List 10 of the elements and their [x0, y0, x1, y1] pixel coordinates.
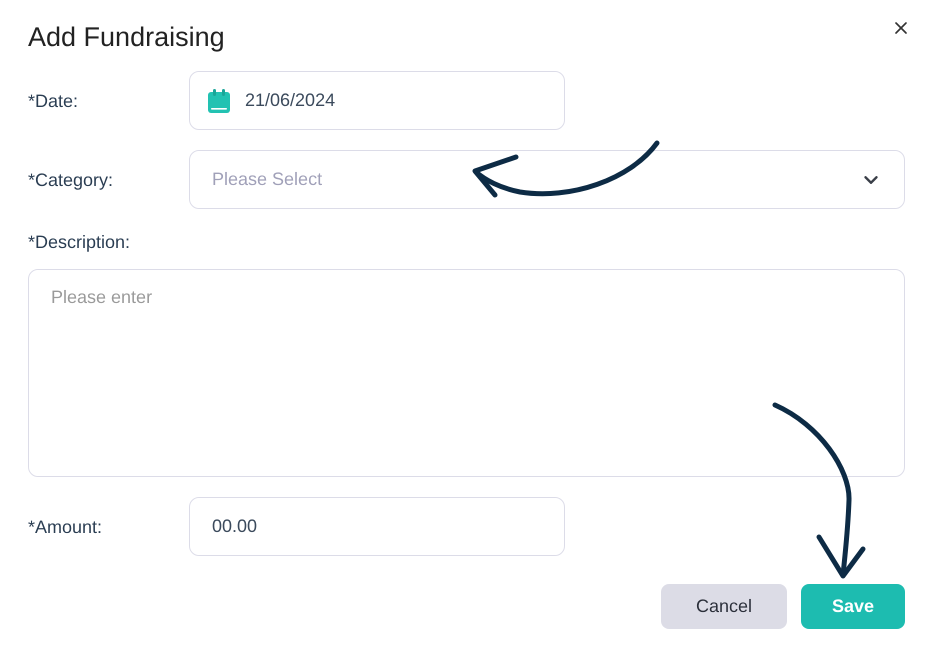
field-label: *Date: [28, 90, 80, 112]
description-field[interactable]: Please enter [28, 269, 905, 477]
dialog-title: Add Fundraising [28, 21, 225, 54]
field-label: *Category: [28, 168, 114, 192]
cancel-button[interactable]: Cancel [661, 584, 787, 629]
calendar-icon [207, 88, 231, 114]
date-field[interactable]: 21/06/2024 [189, 71, 565, 130]
amount-field[interactable]: 00.00 [189, 497, 565, 556]
field-label: *Description: [28, 231, 130, 254]
field-label: *Amount: [28, 516, 104, 538]
